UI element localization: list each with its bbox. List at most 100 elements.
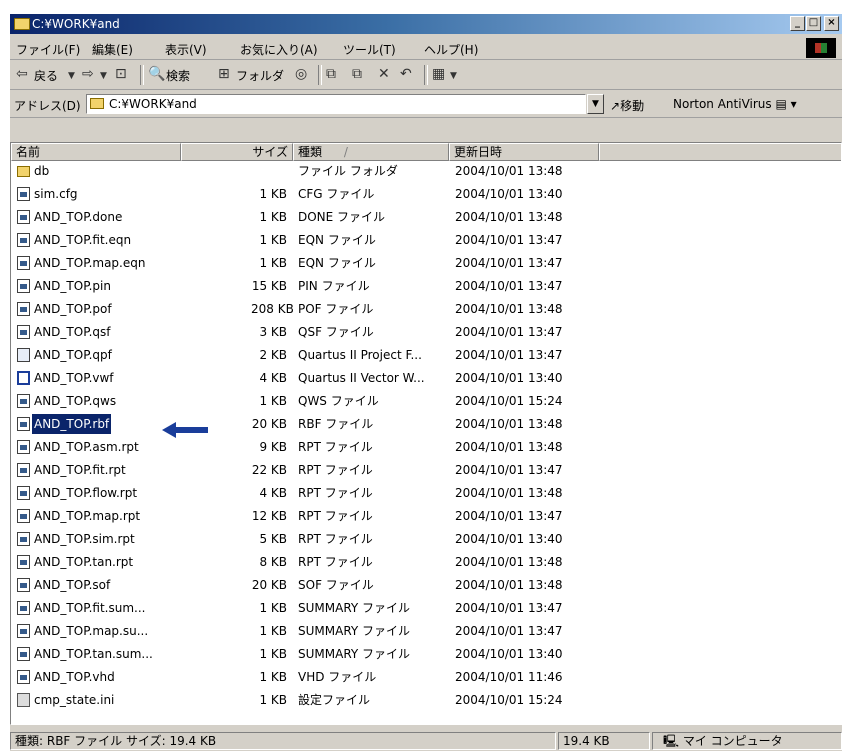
file-date: 2004/10/01 13:47 <box>455 233 563 247</box>
file-row[interactable]: AND_TOP.qws 1 KB QWS ファイル 2004/10/01 15:24 <box>11 391 841 411</box>
file-name: AND_TOP.done <box>34 210 123 224</box>
status-location: 🖳 マイ コンピュータ <box>652 732 842 750</box>
explorer-window: C:¥WORK¥and _ □ × ファイル(F) 編集(E) 表示(V) お気… <box>10 14 842 751</box>
search-button[interactable]: 検索 <box>166 67 190 84</box>
column-header-name[interactable]: 名前 <box>11 143 181 161</box>
file-type: SUMMARY ファイル <box>298 601 411 615</box>
file-name: AND_TOP.vhd <box>34 670 115 684</box>
file-name: AND_TOP.asm.rpt <box>34 440 139 454</box>
column-header-date[interactable]: 更新日時 <box>449 143 599 161</box>
menu-view[interactable]: 表示(V) <box>165 41 207 58</box>
search-icon[interactable]: 🔍 <box>148 66 165 82</box>
file-date: 2004/10/01 13:48 <box>455 417 563 431</box>
file-name: AND_TOP.vwf <box>34 371 114 385</box>
views-icon[interactable]: ▦ <box>432 66 445 82</box>
up-folder-icon[interactable]: ⊡ <box>115 66 127 82</box>
folder-icon <box>17 166 30 177</box>
history-icon[interactable]: ◎ <box>295 66 307 82</box>
file-icon <box>17 509 30 523</box>
file-row[interactable]: AND_TOP.tan.rpt 8 KB RPT ファイル 2004/10/01 13… <box>11 552 841 572</box>
file-row[interactable]: AND_TOP.map.rpt 12 KB RPT ファイル 2004/10/01 1… <box>11 506 841 526</box>
file-row[interactable]: AND_TOP.flow.rpt 4 KB RPT ファイル 2004/10/01 1… <box>11 483 841 503</box>
file-date: 2004/10/01 13:48 <box>455 440 563 454</box>
menu-edit[interactable]: 編集(E) <box>92 41 133 58</box>
maximize-button[interactable]: □ <box>806 16 821 31</box>
file-row[interactable]: AND_TOP.qpf 2 KB Quartus II Project F... 20… <box>11 345 841 365</box>
file-row[interactable]: AND_TOP.tan.sum... 1 KB SUMMARY ファイル 2004/1… <box>11 644 841 664</box>
folders-icon[interactable]: ⊞ <box>218 66 230 82</box>
minimize-button[interactable]: _ <box>790 16 805 31</box>
file-row[interactable]: AND_TOP.map.eqn 1 KB EQN ファイル 2004/10/01 13… <box>11 253 841 273</box>
file-type: Quartus II Vector W... <box>298 371 425 385</box>
file-row[interactable]: AND_TOP.pof 208 KB POF ファイル 2004/10/01 13:4… <box>11 299 841 319</box>
forward-dropdown-icon[interactable]: ▼ <box>100 71 107 81</box>
file-name: AND_TOP.fit.sum... <box>34 601 146 615</box>
file-icon <box>17 532 30 546</box>
file-type: CFG ファイル <box>298 187 375 201</box>
file-date: 2004/10/01 13:47 <box>455 624 563 638</box>
address-dropdown-button[interactable]: ▼ <box>587 94 604 114</box>
file-type: RBF ファイル <box>298 417 374 431</box>
menu-tools[interactable]: ツール(T) <box>343 41 396 58</box>
file-row[interactable]: AND_TOP.done 1 KB DONE ファイル 2004/10/01 13:4… <box>11 207 841 227</box>
close-button[interactable]: × <box>824 16 839 31</box>
file-icon <box>17 670 30 684</box>
norton-antivirus-button[interactable]: Norton AntiVirus ▤ ▾ <box>673 97 797 111</box>
undo-icon[interactable]: ↶ <box>400 66 412 82</box>
file-row[interactable]: AND_TOP.fit.sum... 1 KB SUMMARY ファイル 2004/1… <box>11 598 841 618</box>
file-row[interactable]: AND_TOP.sof 20 KB SOF ファイル 2004/10/01 13:48 <box>11 575 841 595</box>
file-date: 2004/10/01 13:40 <box>455 187 563 201</box>
file-name: sim.cfg <box>34 187 78 201</box>
file-row[interactable]: AND_TOP.vwf 4 KB Quartus II Vector W... 200… <box>11 368 841 388</box>
file-name: AND_TOP.tan.rpt <box>34 555 134 569</box>
go-button[interactable]: ↗移動 <box>610 97 644 114</box>
file-row[interactable]: AND_TOP.rbf 20 KB RBF ファイル 2004/10/01 13:48 <box>11 413 841 435</box>
menu-file[interactable]: ファイル(F) <box>16 41 80 58</box>
status-size: 19.4 KB <box>558 732 650 750</box>
file-icon <box>17 325 30 339</box>
file-row[interactable]: AND_TOP.qsf 3 KB QSF ファイル 2004/10/01 13:47 <box>11 322 841 342</box>
copy-to-icon[interactable]: ⧉ <box>352 66 362 82</box>
file-list[interactable]: 名前 サイズ 種類 / 更新日時 db ファイル フォルダ 2004/10/01 1… <box>10 142 842 725</box>
my-computer-icon: 🖳 <box>663 734 680 748</box>
folders-button[interactable]: フォルダ <box>236 67 284 84</box>
back-button[interactable]: 戻る <box>34 67 58 84</box>
file-type: RPT ファイル <box>298 532 373 546</box>
file-date: 2004/10/01 13:47 <box>455 325 563 339</box>
file-size: 5 KB <box>259 532 287 546</box>
file-row[interactable]: AND_TOP.fit.eqn 1 KB EQN ファイル 2004/10/01 13… <box>11 230 841 250</box>
file-row[interactable]: AND_TOP.pin 15 KB PIN ファイル 2004/10/01 13:47 <box>11 276 841 296</box>
menu-bar: ファイル(F) 編集(E) 表示(V) お気に入り(A) ツール(T) ヘルプ(… <box>10 37 842 60</box>
file-type: QSF ファイル <box>298 325 374 339</box>
file-row[interactable]: AND_TOP.vhd 1 KB VHD ファイル 2004/10/01 11:46 <box>11 667 841 687</box>
file-name: AND_TOP.fit.eqn <box>34 233 132 247</box>
move-to-icon[interactable]: ⧉ <box>326 66 336 82</box>
file-row[interactable]: cmp_state.ini 1 KB 設定ファイル 2004/10/01 15:24 <box>11 690 841 710</box>
file-row[interactable]: sim.cfg 1 KB CFG ファイル 2004/10/01 13:40 <box>11 184 841 204</box>
file-row[interactable]: AND_TOP.map.su... 1 KB SUMMARY ファイル 2004/10… <box>11 621 841 641</box>
file-type: RPT ファイル <box>298 555 373 569</box>
title-bar[interactable]: C:¥WORK¥and _ □ × <box>10 14 842 34</box>
file-row[interactable]: AND_TOP.sim.rpt 5 KB RPT ファイル 2004/10/01 13… <box>11 529 841 549</box>
column-date-label: 更新日時 <box>454 145 503 159</box>
menu-help[interactable]: ヘルプ(H) <box>424 41 478 58</box>
file-name: AND_TOP.qws <box>34 394 117 408</box>
address-input[interactable]: C:¥WORK¥and <box>86 94 586 114</box>
menu-favorites[interactable]: お気に入り(A) <box>240 41 318 58</box>
file-row[interactable]: db ファイル フォルダ 2004/10/01 13:48 <box>11 161 841 181</box>
back-dropdown-icon[interactable]: ▼ <box>68 71 75 81</box>
file-row[interactable]: AND_TOP.asm.rpt 9 KB RPT ファイル 2004/10/01 13… <box>11 437 841 457</box>
file-name: AND_TOP.qpf <box>34 348 112 362</box>
views-dropdown-icon[interactable]: ▼ <box>450 71 457 81</box>
file-name: AND_TOP.sim.rpt <box>34 532 135 546</box>
file-name: AND_TOP.pin <box>34 279 111 293</box>
forward-button[interactable]: ⇨ <box>82 66 94 82</box>
window-title: C:¥WORK¥and <box>32 17 120 31</box>
column-header-size[interactable]: サイズ <box>181 143 293 161</box>
folder-icon <box>90 98 104 109</box>
delete-icon[interactable]: ✕ <box>378 66 390 82</box>
file-name: db <box>34 164 50 178</box>
back-arrow-icon[interactable]: ⇦ <box>16 66 28 82</box>
file-row[interactable]: AND_TOP.fit.rpt 22 KB RPT ファイル 2004/10/01 1… <box>11 460 841 480</box>
column-header-type[interactable]: 種類 / <box>293 143 449 161</box>
